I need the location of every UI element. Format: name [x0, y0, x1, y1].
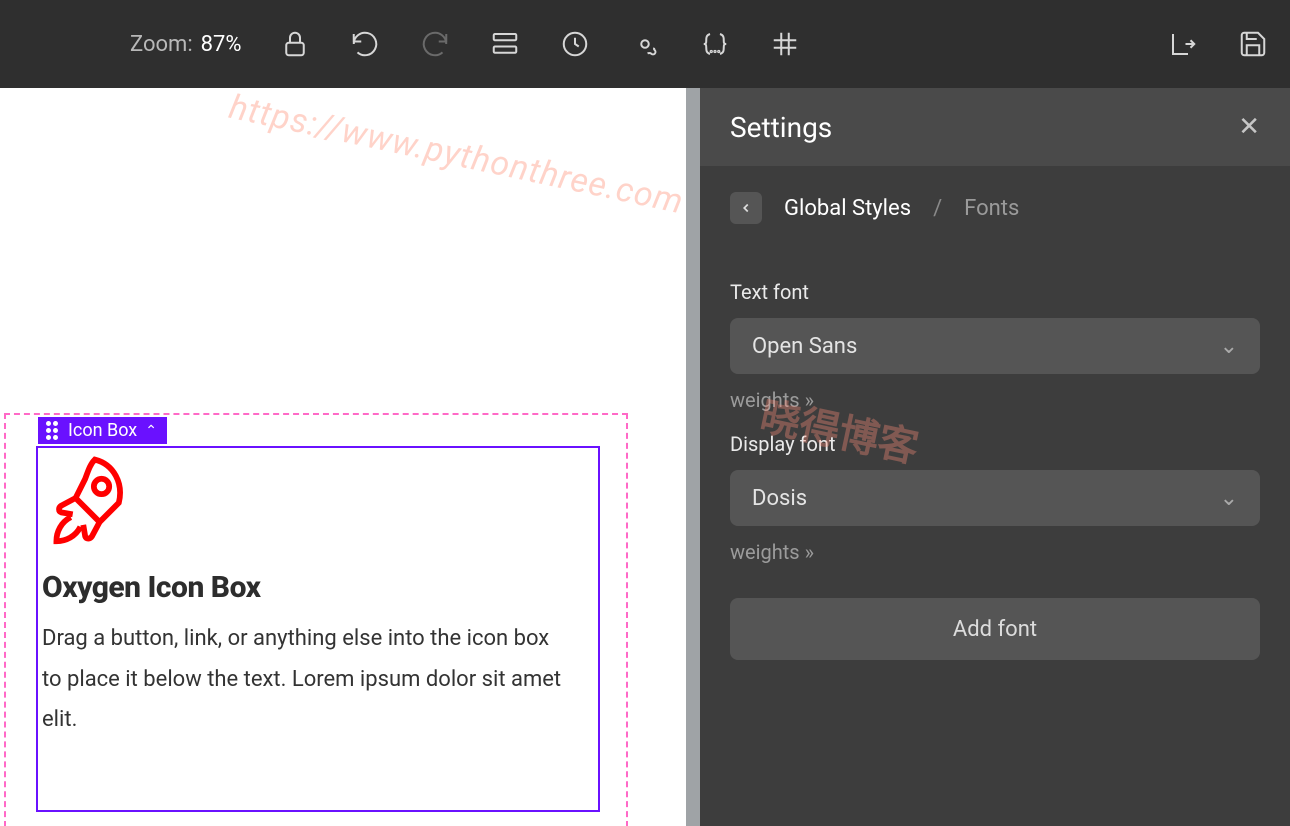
fonts-section: Text font Open Sans ⌄ weights » Display … — [700, 250, 1290, 670]
export-icon[interactable] — [1166, 27, 1200, 61]
display-font-value: Dosis — [752, 486, 807, 511]
zoom-control[interactable]: Zoom: 87% — [130, 32, 242, 57]
chevron-up-icon[interactable]: ⌃ — [145, 423, 157, 439]
breadcrumb-separator: / — [933, 196, 942, 221]
text-font-label: Text font — [730, 280, 1260, 304]
redo-icon — [418, 27, 452, 61]
icon-box-paragraph[interactable]: Drag a button, link, or anything else in… — [42, 619, 572, 741]
icon-box-tag-label: Icon Box — [68, 420, 137, 441]
display-font-weights-link[interactable]: weights » — [730, 540, 1260, 564]
zoom-label: Zoom: — [130, 32, 193, 57]
text-font-value: Open Sans — [752, 334, 857, 359]
settings-panel: Settings ✕ Global Styles / Fonts Text fo… — [700, 88, 1290, 826]
chevron-down-icon: ⌄ — [1220, 486, 1238, 511]
add-font-button[interactable]: Add font — [730, 598, 1260, 660]
drag-grip-icon[interactable] — [46, 421, 60, 440]
panel-title: Settings — [730, 111, 832, 144]
main-area: Icon Box ⌃ Ox — [0, 88, 1290, 826]
code-icon[interactable] — [698, 27, 732, 61]
close-icon[interactable]: ✕ — [1238, 112, 1260, 142]
breadcrumb-current: Fonts — [964, 196, 1019, 221]
icon-box-tag[interactable]: Icon Box ⌃ — [38, 417, 167, 444]
breadcrumb: Global Styles / Fonts — [700, 166, 1290, 250]
panel-header: Settings ✕ — [700, 88, 1290, 166]
canvas[interactable]: Icon Box ⌃ Ox — [0, 88, 700, 826]
breadcrumb-parent[interactable]: Global Styles — [784, 196, 911, 221]
breadcrumb-back-button[interactable] — [730, 192, 762, 224]
history-icon[interactable] — [558, 27, 592, 61]
lock-icon[interactable] — [278, 27, 312, 61]
zoom-value: 87% — [201, 32, 242, 57]
structure-icon[interactable] — [488, 27, 522, 61]
chevron-down-icon: ⌄ — [1220, 334, 1238, 359]
icon-box-heading[interactable]: Oxygen Icon Box — [42, 570, 598, 605]
display-font-select[interactable]: Dosis ⌄ — [730, 470, 1260, 526]
grid-icon[interactable] — [768, 27, 802, 61]
icon-box-element[interactable]: Icon Box ⌃ Ox — [36, 446, 600, 812]
rocket-icon — [42, 450, 138, 542]
display-font-label: Display font — [730, 432, 1260, 456]
undo-icon[interactable] — [348, 27, 382, 61]
text-font-select[interactable]: Open Sans ⌄ — [730, 318, 1260, 374]
gear-icon[interactable] — [628, 27, 662, 61]
text-font-weights-link[interactable]: weights » — [730, 388, 1260, 412]
top-toolbar: Zoom: 87% — [0, 0, 1290, 88]
save-icon[interactable] — [1236, 27, 1270, 61]
div-element[interactable]: Icon Box ⌃ Ox — [4, 413, 628, 826]
